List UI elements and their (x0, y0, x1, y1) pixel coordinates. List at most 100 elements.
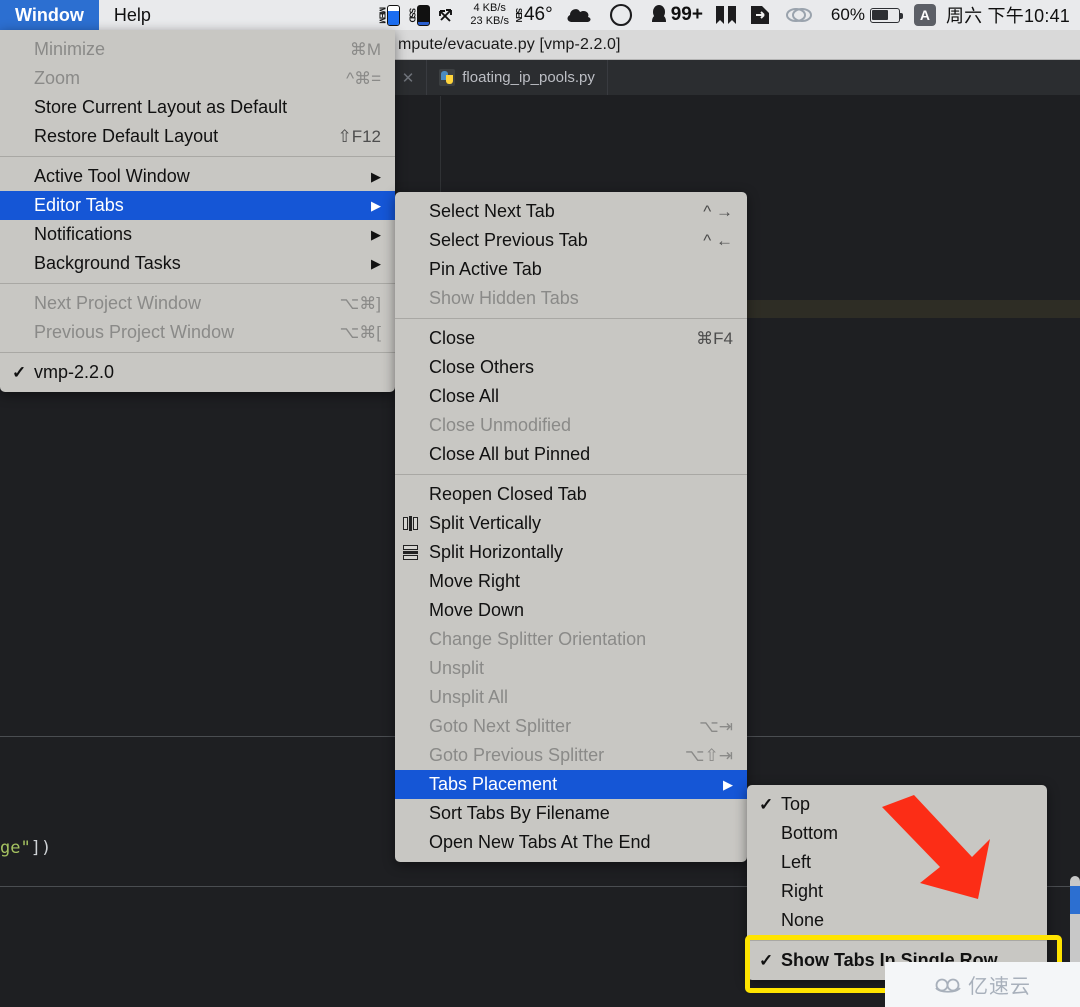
menu-item-split-vertically[interactable]: Split Vertically (395, 509, 747, 538)
menu-item-active-tool-window[interactable]: Active Tool Window ▶ (0, 162, 395, 191)
close-icon[interactable]: ✕ (402, 69, 415, 87)
menu-item-label: Select Previous Tab (429, 230, 675, 251)
battery-icon[interactable] (870, 8, 900, 23)
menu-separator (0, 352, 395, 353)
menu-item-placement-left[interactable]: Left (747, 848, 1047, 877)
cloud-icon[interactable] (565, 5, 595, 25)
menu-item-placement-top[interactable]: ✓ Top (747, 790, 1047, 819)
menu-item-notifications[interactable]: Notifications ▶ (0, 220, 395, 249)
menu-item-select-previous-tab[interactable]: Select Previous Tab ^ ← (395, 226, 747, 255)
menu-item-label: Close All but Pinned (429, 444, 733, 465)
menu-item-label: Select Next Tab (429, 201, 675, 222)
menu-item-label: Active Tool Window (34, 166, 349, 187)
checkmark-icon: ✓ (12, 363, 26, 383)
menu-item-previous-project-window[interactable]: Previous Project Window ⌥⌘[ (0, 318, 395, 347)
menu-item-label: Previous Project Window (34, 322, 312, 343)
code-fragment: ge"]) (0, 838, 51, 858)
menu-item-move-down[interactable]: Move Down (395, 596, 747, 625)
menu-item-tabs-placement[interactable]: Tabs Placement ▶ (395, 770, 747, 799)
menu-item-minimize[interactable]: Minimize ⌘M (0, 35, 395, 64)
export-icon[interactable] (749, 4, 771, 26)
menu-item-shortcut: ⌥⇧⇥ (685, 746, 733, 766)
split-horizontal-icon (403, 545, 418, 560)
network-rate-indicator[interactable]: 4 KB/s 23 KB/s (470, 2, 509, 28)
menu-item-goto-previous-splitter[interactable]: Goto Previous Splitter ⌥⇧⇥ (395, 741, 747, 770)
menubar-item-help[interactable]: Help (99, 0, 166, 30)
menu-item-placement-bottom[interactable]: Bottom (747, 819, 1047, 848)
menu-item-label: Store Current Layout as Default (34, 97, 353, 118)
menu-item-sort-tabs-by-filename[interactable]: Sort Tabs By Filename (395, 799, 747, 828)
qq-icon[interactable] (649, 4, 669, 26)
menu-item-background-tasks[interactable]: Background Tasks ▶ (0, 249, 395, 278)
memory-indicator[interactable]: MEM (378, 5, 400, 26)
network-arrows-icon[interactable] (437, 6, 454, 25)
clock[interactable]: 周六 下午10:41 (946, 2, 1070, 28)
ssd-indicator[interactable]: SSD (408, 5, 430, 26)
menu-item-unsplit-all[interactable]: Unsplit All (395, 683, 747, 712)
chevron-right-icon: ▶ (723, 777, 733, 793)
menu-item-restore-default-layout[interactable]: Restore Default Layout ⇧F12 (0, 122, 395, 151)
menu-item-label: Move Right (429, 571, 733, 592)
chevron-right-icon: ▶ (371, 256, 381, 272)
menu-item-shortcut: ^ ← (703, 231, 733, 251)
menu-item-label: Move Down (429, 600, 733, 621)
bookmark-icon[interactable] (715, 5, 737, 26)
watermark-text: 亿速云 (968, 970, 1031, 999)
sensor-label: SEN (515, 8, 522, 21)
macos-menu-bar[interactable]: Window Help MEM SSD (0, 0, 1080, 30)
ide-window-title: mpute/evacuate.py [vmp-2.2.0] (398, 36, 621, 54)
menu-item-close[interactable]: Close ⌘F4 (395, 324, 747, 353)
editor-tabs-submenu[interactable]: Select Next Tab ^ → Select Previous Tab … (395, 192, 747, 862)
menu-item-goto-next-splitter[interactable]: Goto Next Splitter ⌥⇥ (395, 712, 747, 741)
menu-item-zoom[interactable]: Zoom ^⌘= (0, 64, 395, 93)
menu-item-change-splitter-orientation[interactable]: Change Splitter Orientation (395, 625, 747, 654)
menu-item-close-all[interactable]: Close All (395, 382, 747, 411)
menu-item-label: Close Unmodified (429, 415, 733, 436)
menu-item-close-unmodified[interactable]: Close Unmodified (395, 411, 747, 440)
site-watermark: 亿速云 (885, 962, 1080, 1007)
mem-label-text: MEM (378, 7, 385, 23)
menu-item-next-project-window[interactable]: Next Project Window ⌥⌘] (0, 289, 395, 318)
temperature-value[interactable]: 46° (524, 4, 553, 26)
menu-item-store-current-layout-as-default[interactable]: Store Current Layout as Default (0, 93, 395, 122)
menu-item-label: Background Tasks (34, 253, 349, 274)
menubar-item-window[interactable]: Window (0, 0, 99, 30)
code-string-token: ge" (0, 838, 31, 858)
menu-separator (395, 474, 747, 475)
checkmark-icon: ✓ (759, 795, 773, 815)
tabs-placement-submenu[interactable]: ✓ Top Bottom Left Right None ✓ Show Tabs… (747, 785, 1047, 980)
menu-item-unsplit[interactable]: Unsplit (395, 654, 747, 683)
menubar-status-items: MEM SSD 4 KB/s 23 KB/s (378, 0, 1080, 30)
notification-count[interactable]: 99+ (671, 4, 703, 26)
menu-item-close-others[interactable]: Close Others (395, 353, 747, 382)
menu-item-shortcut: ^ → (703, 202, 733, 222)
menu-item-placement-right[interactable]: Right (747, 877, 1047, 906)
menu-item-open-new-tabs-at-the-end[interactable]: Open New Tabs At The End (395, 828, 747, 857)
menu-item-placement-none[interactable]: None (747, 906, 1047, 935)
editor-tab-label: floating_ip_pools.py (462, 69, 595, 86)
loop-icon[interactable] (785, 5, 813, 25)
menu-separator (747, 940, 1047, 941)
editor-tab[interactable]: floating_ip_pools.py (427, 60, 608, 95)
menu-item-label: Tabs Placement (429, 774, 701, 795)
menu-item-select-next-tab[interactable]: Select Next Tab ^ → (395, 197, 747, 226)
menu-item-label: None (781, 910, 1033, 931)
menu-item-split-horizontally[interactable]: Split Horizontally (395, 538, 747, 567)
split-vertical-icon (403, 516, 418, 531)
menu-item-editor-tabs[interactable]: Editor Tabs ▶ (0, 191, 395, 220)
battery-percent[interactable]: 60% (831, 5, 865, 25)
chevron-right-icon: ▶ (371, 169, 381, 185)
window-dropdown-menu[interactable]: Minimize ⌘M Zoom ^⌘= Store Current Layou… (0, 30, 395, 392)
menu-item-move-right[interactable]: Move Right (395, 567, 747, 596)
menu-item-show-hidden-tabs[interactable]: Show Hidden Tabs (395, 284, 747, 313)
menu-item-reopen-closed-tab[interactable]: Reopen Closed Tab (395, 480, 747, 509)
input-source-badge[interactable]: A (914, 4, 936, 26)
menu-item-pin-active-tab[interactable]: Pin Active Tab (395, 255, 747, 284)
ssd-label-text: SSD (408, 8, 415, 21)
menu-item-label: Show Hidden Tabs (429, 288, 733, 309)
ring-icon[interactable] (609, 3, 633, 27)
menu-item-label: Goto Next Splitter (429, 716, 671, 737)
menu-item-close-all-but-pinned[interactable]: Close All but Pinned (395, 440, 747, 469)
chevron-right-icon: ▶ (371, 227, 381, 243)
menu-item-vmp-project[interactable]: ✓ vmp-2.2.0 (0, 358, 395, 387)
